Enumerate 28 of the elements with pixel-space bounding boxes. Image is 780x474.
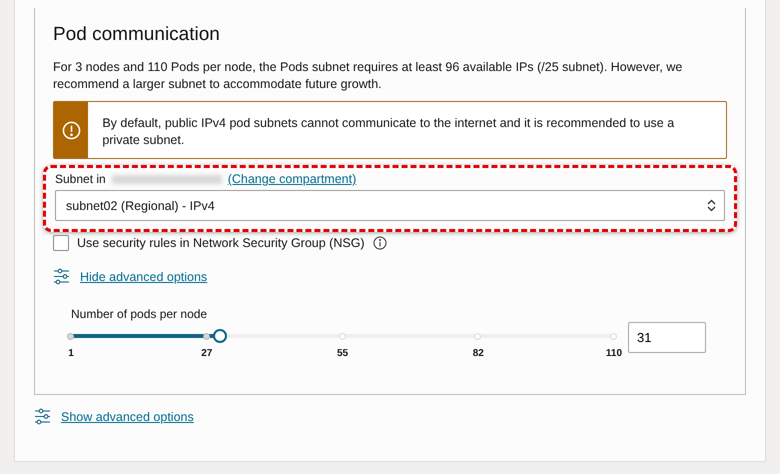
section-title: Pod communication bbox=[53, 24, 221, 46]
tick-dot bbox=[202, 333, 210, 340]
tick-label: 110 bbox=[604, 348, 624, 359]
tick-dot bbox=[67, 333, 74, 340]
nsg-checkbox[interactable] bbox=[53, 235, 69, 251]
warning-text: By default, public IPv4 pod subnets cannot communicate to the internet and it is recommended to use a private subnet. bbox=[101, 115, 676, 149]
checkbox-label: Use security rules in Network Security Group (NSG) bbox=[77, 236, 365, 250]
pods-input[interactable]: 31 bbox=[628, 322, 706, 353]
change-compartment-link[interactable]: (Change compartment) bbox=[228, 172, 356, 186]
tick-label: 55 bbox=[336, 348, 350, 359]
tick-label: 82 bbox=[472, 348, 485, 359]
sliders-icon bbox=[34, 408, 51, 425]
hide-advanced-link[interactable]: Hide advanced options bbox=[80, 270, 208, 284]
description-text: For 3 nodes and 110 Pods per node, the Pods subnet requires at least 96 available IPs (/25 subnet). However, we recommend a larger subnet to accommodate future growth. bbox=[53, 59, 684, 93]
warning-icon bbox=[62, 120, 81, 140]
slider-thumb[interactable] bbox=[213, 329, 228, 343]
info-icon[interactable] bbox=[372, 236, 387, 250]
tick-dot bbox=[474, 333, 482, 340]
field-label: Subnet in bbox=[55, 172, 106, 186]
tick-label: 1 bbox=[67, 348, 75, 359]
sliders-icon bbox=[53, 268, 70, 285]
subnet-select[interactable]: subnet02 (Regional) - IPv4 bbox=[55, 190, 725, 221]
slider-label: Number of pods per node bbox=[71, 307, 208, 321]
tick-dot bbox=[610, 333, 617, 340]
tick-dot bbox=[338, 333, 346, 340]
show-advanced-link[interactable]: Show advanced options bbox=[61, 410, 194, 424]
updown-caret-icon bbox=[707, 199, 716, 212]
tick-label: 27 bbox=[200, 348, 214, 359]
